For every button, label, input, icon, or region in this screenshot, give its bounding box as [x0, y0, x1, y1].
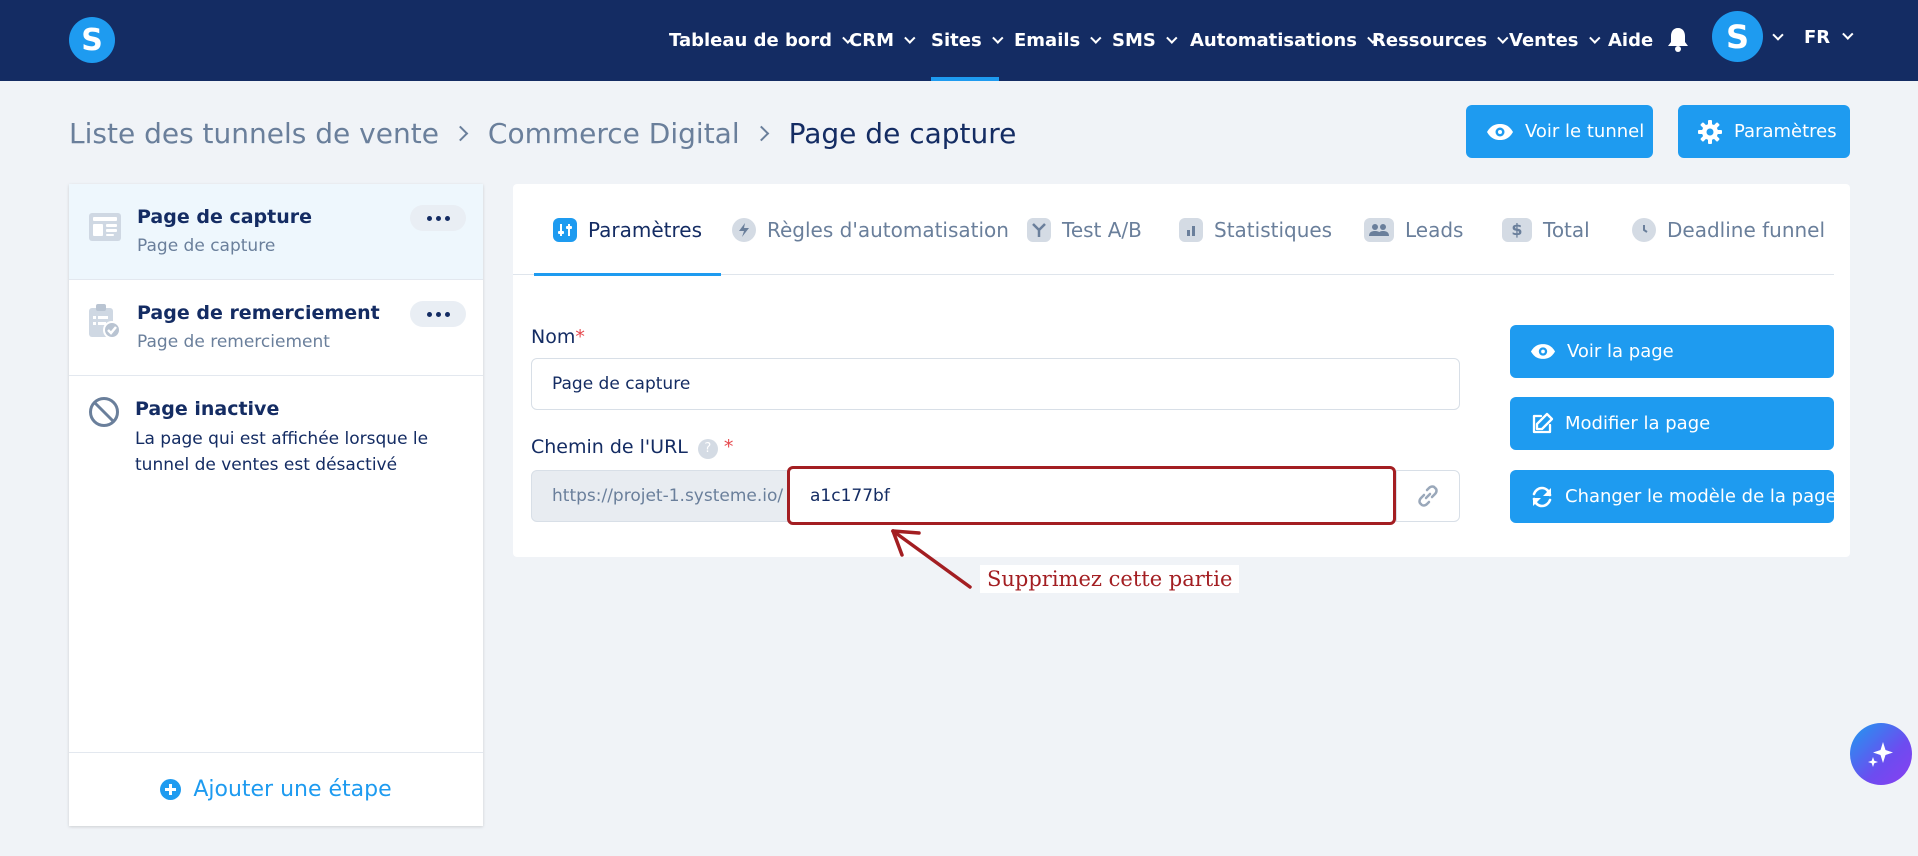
- nav-item-ventes[interactable]: Ventes: [1509, 0, 1600, 81]
- add-step-button[interactable]: Ajouter une étape: [69, 752, 483, 826]
- nav-item-emails[interactable]: Emails: [1014, 0, 1102, 81]
- edit-page-button[interactable]: Modifier la page: [1510, 397, 1834, 450]
- more-options-button[interactable]: [410, 301, 466, 327]
- ai-assistant-button[interactable]: [1850, 723, 1912, 785]
- nav-item-ressources[interactable]: Ressources: [1372, 0, 1509, 81]
- edit-icon: [1532, 412, 1554, 433]
- refresh-icon: [1532, 486, 1552, 507]
- url-prefix: https://projet-1.systeme.io/: [531, 470, 791, 522]
- chevron-down-icon: [1588, 32, 1600, 44]
- chevron-down-icon: [991, 32, 1004, 44]
- breadcrumb-funnel[interactable]: Commerce Digital: [488, 117, 740, 150]
- page-settings-card: Paramètres Règles d'automatisation Test …: [513, 184, 1850, 557]
- page-title: Page de capture: [788, 116, 1017, 150]
- tab-deadline-funnel[interactable]: Deadline funnel: [1632, 184, 1825, 275]
- tab-statistiques[interactable]: Statistiques: [1179, 184, 1332, 275]
- avatar[interactable]: S: [1712, 11, 1763, 62]
- tab-test-ab[interactable]: Test A/B: [1027, 184, 1142, 275]
- view-page-button[interactable]: Voir la page: [1510, 325, 1834, 378]
- chevron-down-icon: [1842, 28, 1854, 40]
- nav-item-automatisations[interactable]: Automatisations: [1190, 0, 1379, 81]
- chevron-down-icon: [1166, 32, 1178, 44]
- chevron-down-icon: [1090, 32, 1102, 44]
- nav-item-sites[interactable]: Sites: [931, 0, 1004, 81]
- dot: [435, 215, 441, 221]
- bolt-icon: [732, 217, 756, 242]
- split-icon: [1027, 217, 1051, 242]
- users-icon: [1364, 217, 1394, 242]
- annotation-arrow-icon: [891, 529, 972, 589]
- nav-item-tableau-de-bord[interactable]: Tableau de bord: [669, 0, 854, 81]
- help-icon[interactable]: ?: [697, 439, 718, 459]
- plus-circle-icon: [160, 779, 182, 800]
- required-mark: *: [575, 326, 585, 348]
- link-icon: [1418, 485, 1438, 507]
- copy-link-button[interactable]: [1396, 470, 1460, 522]
- chevron-right-icon: [753, 125, 769, 141]
- breadcrumb: Liste des tunnels de vente Commerce Digi…: [69, 112, 1016, 154]
- sparkle-icon: [1868, 742, 1893, 767]
- page-layout-icon: [89, 213, 121, 241]
- step-item-thank-you[interactable]: Page de remerciement Page de remerciemen…: [69, 280, 483, 376]
- more-options-button[interactable]: [410, 205, 466, 231]
- required-mark: *: [723, 436, 734, 458]
- dot: [444, 215, 450, 221]
- url-path-label: Chemin de l'URL? *: [531, 436, 734, 459]
- eye-icon: [1530, 344, 1556, 359]
- clock-icon: [1632, 217, 1656, 242]
- funnel-steps-panel: Page de capture Page de capture Page de …: [69, 184, 483, 826]
- top-navbar: S Tableau de bord CRM Sites Emails SMS A…: [0, 0, 1918, 81]
- url-path-input[interactable]: a1c177bf: [787, 466, 1396, 525]
- inactive-page-description: La page qui est affichée lorsque le tunn…: [135, 429, 429, 475]
- bell-icon[interactable]: [1667, 26, 1689, 52]
- breadcrumb-funnel-list[interactable]: Liste des tunnels de vente: [69, 117, 439, 150]
- clipboard-check-icon: [89, 304, 121, 339]
- step-item-capture[interactable]: Page de capture Page de capture: [69, 184, 483, 280]
- sliders-icon: [553, 217, 577, 242]
- chevron-down-icon[interactable]: [1772, 29, 1784, 41]
- chevron-right-icon: [452, 125, 469, 141]
- systeme-logo[interactable]: S: [69, 17, 115, 63]
- view-funnel-button[interactable]: Voir le tunnel: [1466, 105, 1653, 158]
- tab-leads[interactable]: Leads: [1364, 184, 1463, 275]
- annotation-label: Supprimez cette partie: [980, 565, 1240, 593]
- tab-parametres[interactable]: Paramètres: [533, 184, 722, 276]
- language-selector[interactable]: FR: [1804, 0, 1854, 74]
- tab-bar: Paramètres Règles d'automatisation Test …: [513, 184, 1834, 276]
- gear-icon: [1698, 119, 1722, 144]
- nav-item-aide[interactable]: Aide: [1608, 0, 1653, 81]
- dot: [426, 311, 432, 317]
- nav-item-sms[interactable]: SMS: [1112, 0, 1178, 81]
- dot: [435, 311, 441, 317]
- nav-item-crm[interactable]: CRM: [849, 0, 916, 81]
- tab-regles-automatisation[interactable]: Règles d'automatisation: [732, 184, 1009, 275]
- settings-button[interactable]: Paramètres: [1678, 105, 1850, 158]
- tab-total[interactable]: $ Total: [1502, 184, 1590, 275]
- eye-icon: [1487, 123, 1513, 140]
- dot: [444, 311, 450, 317]
- chevron-down-icon: [1497, 32, 1509, 44]
- bar-chart-icon: [1179, 217, 1203, 242]
- dot: [426, 215, 432, 221]
- dollar-icon: $: [1502, 217, 1532, 242]
- chevron-down-icon: [904, 32, 916, 44]
- name-field-label: Nom*: [531, 326, 585, 348]
- name-field[interactable]: Page de capture: [531, 358, 1460, 410]
- change-template-button[interactable]: Changer le modèle de la page: [1510, 470, 1837, 523]
- disabled-icon: [89, 397, 119, 427]
